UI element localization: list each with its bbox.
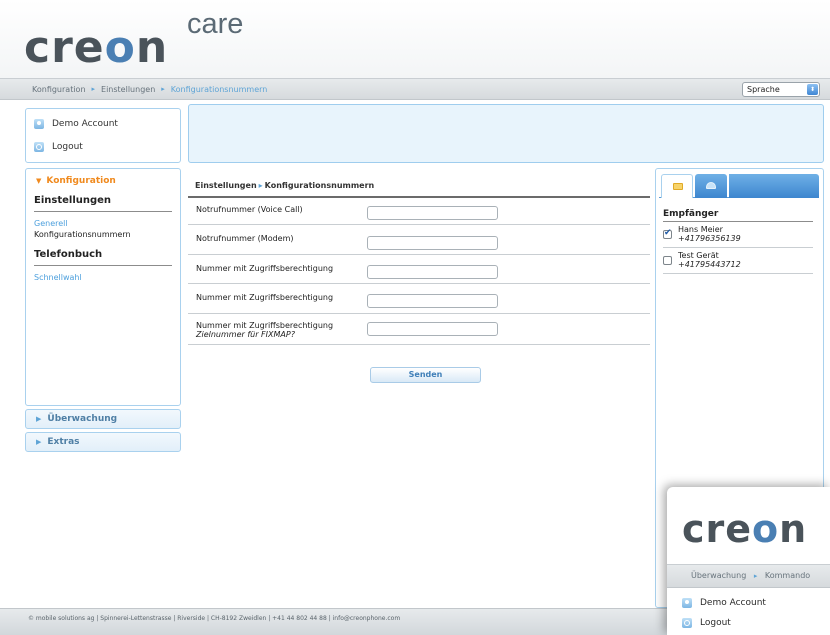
panel-tabs [659, 174, 819, 198]
breadcrumb: Überwachung ▸ Kommando [667, 564, 830, 588]
tab-phonebook[interactable] [695, 174, 727, 198]
access-number-1-input[interactable] [367, 265, 498, 279]
nav-group-title-telefonbuch: Telefonbuch [34, 249, 103, 260]
form-row: Notrufnummer (Modem) [188, 225, 650, 255]
tab-bar-fill [729, 174, 819, 198]
recipient-item[interactable]: Test Gerät +41795443712 [663, 251, 813, 274]
breadcrumb-item-ueberwachung[interactable]: Überwachung [691, 571, 746, 580]
select-arrows-icon: ⬍ [807, 84, 818, 95]
language-select-value: Sprache [747, 85, 780, 94]
breadcrumb-item-konfiguration[interactable]: Konfiguration [32, 85, 86, 94]
power-icon [34, 142, 44, 152]
phone-icon [706, 182, 716, 189]
caret-right-icon: ▶ [36, 438, 42, 446]
breadcrumb: Konfiguration ▸ Einstellungen ▸ Konfigur… [0, 78, 830, 100]
header: creon care [0, 0, 830, 78]
user-icon [682, 598, 692, 608]
notrufnummer-voice-input[interactable] [367, 206, 498, 220]
access-number-2-input[interactable] [367, 294, 498, 308]
tab-sms[interactable] [661, 174, 693, 198]
recipient-checkbox[interactable] [663, 256, 672, 265]
breadcrumb-separator-icon: ▸ [753, 572, 758, 580]
access-number-3-input[interactable] [367, 322, 498, 336]
creon-logo: creon [24, 22, 169, 73]
power-icon [682, 618, 692, 628]
logout-link[interactable]: Logout [667, 614, 830, 632]
nav-link-konfigurationsnummern[interactable]: Konfigurationsnummern [26, 229, 180, 240]
divider [188, 196, 650, 198]
form-row: Nummer mit Zugriffsberechtigung [188, 284, 650, 314]
form-row: Nummer mit Zugriffsberechtigung Zielnumm… [188, 314, 650, 345]
account-user[interactable]: Demo Account [26, 114, 180, 134]
nav-section-extras[interactable]: ▶ Extras [25, 432, 181, 452]
language-select[interactable]: Sprache ⬍ [742, 82, 820, 97]
account-user[interactable]: Demo Account [667, 594, 830, 612]
field-label: Notrufnummer (Voice Call) [196, 205, 303, 214]
field-label: Nummer mit Zugriffsberechtigung [196, 264, 334, 273]
account-user-label: Demo Account [700, 598, 766, 608]
account-panel: Demo Account Logout [667, 590, 830, 635]
form-title: Einstellungen ▸ Konfigurationsnummern [195, 181, 375, 190]
notrufnummer-modem-input[interactable] [367, 236, 498, 250]
app-window: creon care Konfiguration ▸ Einstellungen… [0, 0, 830, 635]
nav-section-ueberwachung[interactable]: ▶ Überwachung [25, 409, 181, 429]
breadcrumb-separator-icon: ▸ [258, 181, 263, 190]
field-label: Nummer mit Zugriffsberechtigung Zielnumm… [196, 321, 334, 339]
breadcrumb-item-kommando[interactable]: Kommando [765, 571, 810, 580]
nav-group-title-einstellungen: Einstellungen [34, 195, 112, 206]
breadcrumb-separator-icon: ▸ [91, 85, 96, 93]
overlapping-window: creon Überwachung ▸ Kommando Demo Accoun… [667, 487, 830, 635]
nav-section-label: Konfiguration [46, 176, 116, 186]
creon-logo: creon [682, 507, 808, 551]
divider [34, 265, 172, 266]
logout-label: Logout [52, 142, 83, 152]
recipients-title: Empfänger [663, 209, 719, 219]
user-icon [34, 119, 44, 129]
breadcrumb-item-konfigurationsnummern: Konfigurationsnummern [170, 84, 268, 94]
envelope-icon [673, 183, 683, 190]
recipient-phone: +41795443712 [678, 260, 741, 269]
form-row: Nummer mit Zugriffsberechtigung [188, 255, 650, 284]
logo-care-text: care [187, 8, 244, 40]
field-label: Notrufnummer (Modem) [196, 234, 294, 243]
breadcrumb-item-einstellungen[interactable]: Einstellungen [101, 85, 155, 94]
message-area [188, 104, 824, 163]
send-button[interactable]: Senden [370, 367, 481, 383]
nav-section-konfiguration[interactable]: ▼ Konfiguration [26, 169, 180, 191]
nav-link-schnellwahl[interactable]: Schnellwahl [26, 272, 180, 283]
sidebar-nav: ▼ Konfiguration Einstellungen Generell Ko… [25, 168, 181, 406]
divider [663, 221, 813, 222]
recipient-phone: +41796356139 [678, 234, 741, 243]
recipient-name: Hans Meier +41796356139 [678, 225, 741, 243]
logout-label: Logout [700, 618, 731, 628]
field-label: Nummer mit Zugriffsberechtigung [196, 293, 334, 302]
config-numbers-form: Einstellungen ▸ Konfigurationsnummern Notr… [188, 168, 650, 408]
nav-section-label: Extras [47, 437, 80, 447]
nav-link-generell[interactable]: Generell [26, 218, 180, 229]
breadcrumb-separator-icon: ▸ [161, 85, 165, 93]
recipient-checkbox[interactable] [663, 228, 672, 239]
recipient-item[interactable]: Hans Meier +41796356139 [663, 225, 813, 248]
account-panel: Demo Account Logout [25, 108, 181, 163]
form-row: Notrufnummer (Voice Call) [188, 199, 650, 225]
caret-down-icon: ▼ [36, 177, 42, 185]
field-sublabel: Zielnummer für FIXMAP? [196, 330, 295, 339]
divider [34, 211, 172, 212]
caret-right-icon: ▶ [36, 415, 42, 423]
account-user-label: Demo Account [52, 119, 118, 129]
recipient-name: Test Gerät +41795443712 [678, 251, 741, 269]
nav-section-label: Überwachung [47, 414, 118, 424]
logout-link[interactable]: Logout [26, 137, 180, 157]
